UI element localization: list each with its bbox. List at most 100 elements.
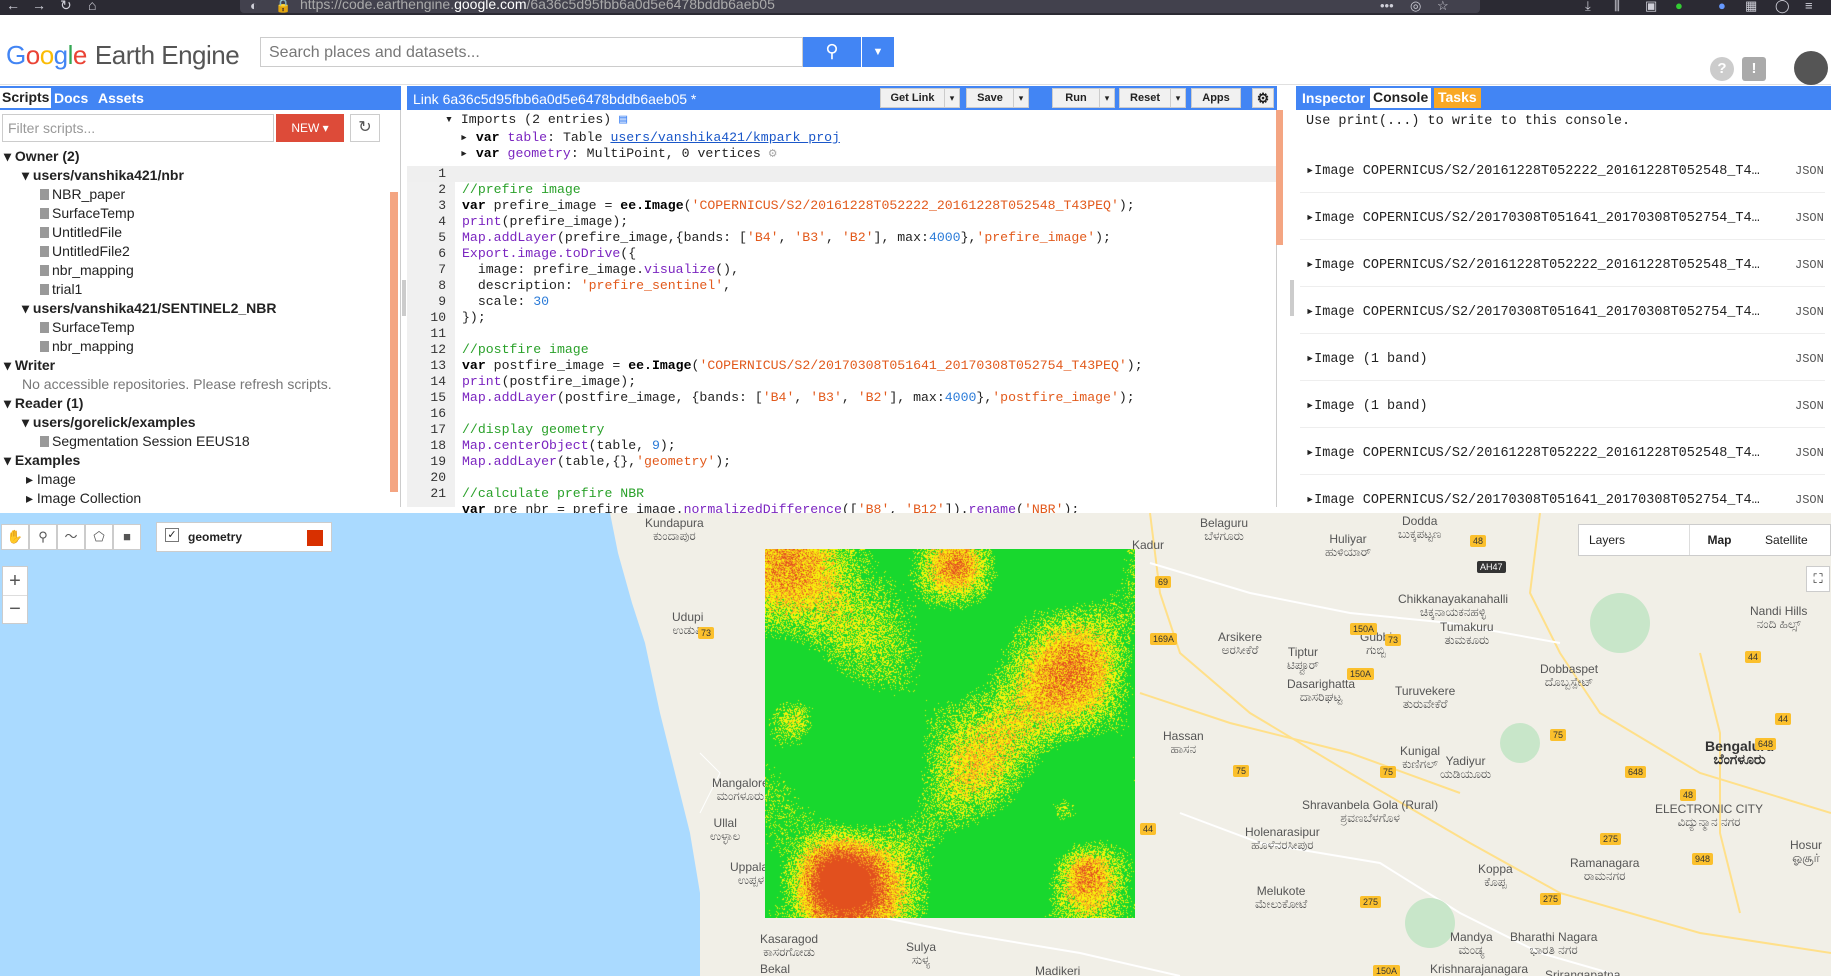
- geometry-settings-icon[interactable]: ⚙: [769, 146, 777, 161]
- filter-scripts-input[interactable]: Filter scripts...: [2, 114, 274, 142]
- console-row[interactable]: ▸Image COPERNICUS/S2/20161228T052222_201…: [1306, 162, 1760, 179]
- tree-reader[interactable]: ▾ Reader (1): [4, 395, 83, 412]
- shield-icon[interactable]: ◐: [250, 0, 258, 13]
- menu-icon[interactable]: ≡: [1805, 0, 1813, 13]
- json-button[interactable]: JSON: [1795, 446, 1824, 460]
- download-icon[interactable]: ⤓: [1585, 0, 1591, 14]
- import-table[interactable]: ▸ var table: Table users/vanshika421/kmp…: [460, 130, 840, 146]
- search-dropdown-button[interactable]: ▼: [862, 37, 894, 67]
- line-tool-icon[interactable]: 〜: [57, 524, 85, 550]
- imports-header[interactable]: ▾ Imports (2 entries) ▤: [445, 112, 627, 128]
- refresh-button[interactable]: ↻: [350, 114, 380, 142]
- get-link-button[interactable]: Get Link: [880, 88, 945, 108]
- zoom-out-button[interactable]: −: [3, 596, 27, 624]
- splitter-handle[interactable]: [1290, 280, 1294, 316]
- tree-file[interactable]: SurfaceTemp: [40, 205, 134, 221]
- run-button[interactable]: Run: [1052, 88, 1100, 108]
- bookmark-star-icon[interactable]: ☆: [1437, 0, 1449, 14]
- json-button[interactable]: JSON: [1795, 258, 1824, 272]
- marker-tool-icon[interactable]: ⚲: [29, 524, 57, 550]
- google-earth-engine-logo[interactable]: Google Earth Engine: [6, 40, 240, 71]
- hand-tool-icon[interactable]: ✋: [1, 524, 29, 550]
- tree-writer[interactable]: ▾ Writer: [4, 357, 55, 374]
- tab-scripts[interactable]: Scripts: [0, 88, 52, 108]
- tree-repo[interactable]: ▾ users/gorelick/examples: [22, 414, 196, 431]
- tree-file[interactable]: nbr_mapping: [40, 262, 134, 278]
- polygon-tool-icon[interactable]: ⬠: [85, 524, 113, 550]
- back-icon[interactable]: ←: [6, 0, 20, 13]
- tab-tasks[interactable]: Tasks: [1434, 88, 1481, 108]
- search-input[interactable]: Search places and datasets...: [260, 37, 803, 67]
- reset-button[interactable]: Reset: [1119, 88, 1171, 108]
- tab-inspector[interactable]: Inspector: [1302, 90, 1365, 106]
- calendar-icon[interactable]: ▦: [1745, 0, 1757, 14]
- console-row[interactable]: ▸Image (1 band): [1306, 350, 1428, 367]
- apps-button[interactable]: Apps: [1191, 88, 1241, 108]
- tab-assets[interactable]: Assets: [98, 90, 144, 106]
- tree-file[interactable]: NBR_paper: [40, 186, 125, 202]
- settings-button[interactable]: ⚙: [1252, 88, 1274, 108]
- map-view[interactable]: Kundapura ಕುಂದಾಪುರ Udupi ಉಡುಪಿ Mangalore ಮಂಗಳ…: [0, 513, 1831, 976]
- geometry-layer-toggle[interactable]: ✓ geometry: [156, 522, 332, 552]
- tree-file[interactable]: trial1: [40, 281, 82, 297]
- tree-file[interactable]: UntitledFile: [40, 224, 122, 240]
- save-dropdown[interactable]: ▾: [1013, 88, 1029, 108]
- tree-repo[interactable]: ▾ users/vanshika421/nbr: [22, 167, 184, 184]
- editor-scrollbar[interactable]: [1276, 110, 1283, 245]
- new-button[interactable]: NEW ▾: [276, 114, 344, 142]
- avatar[interactable]: [1794, 51, 1828, 85]
- help-icon[interactable]: ?: [1710, 57, 1734, 81]
- tree-repo[interactable]: ▾ users/vanshika421/SENTINEL2_NBR: [22, 300, 276, 317]
- more-icon[interactable]: •••: [1380, 0, 1394, 13]
- tree-folder[interactable]: ▸ Image Collection: [26, 490, 141, 507]
- console-row[interactable]: ▸Image COPERNICUS/S2/20170308T051641_201…: [1306, 209, 1760, 226]
- tree-owner[interactable]: ▾ Owner (2): [4, 148, 80, 165]
- feedback-icon[interactable]: !: [1742, 57, 1766, 81]
- tree-file[interactable]: SurfaceTemp: [40, 319, 134, 335]
- get-link-dropdown[interactable]: ▾: [944, 88, 960, 108]
- json-button[interactable]: JSON: [1795, 399, 1824, 413]
- tree-file[interactable]: nbr_mapping: [40, 338, 134, 354]
- reset-dropdown[interactable]: ▾: [1170, 88, 1186, 108]
- console-row[interactable]: ▸Image COPERNICUS/S2/20170308T051641_201…: [1306, 303, 1760, 320]
- scrollbar[interactable]: [390, 192, 398, 492]
- home-icon[interactable]: ⌂: [88, 0, 96, 13]
- console-row[interactable]: ▸Image COPERNICUS/S2/20170308T051641_201…: [1306, 491, 1760, 508]
- tab-console[interactable]: Console: [1370, 88, 1432, 108]
- save-button[interactable]: Save: [966, 88, 1014, 108]
- extension-icon[interactable]: ●: [1718, 0, 1726, 13]
- splitter-handle[interactable]: [402, 280, 406, 316]
- pocket-icon[interactable]: ◎: [1410, 0, 1421, 14]
- fullscreen-icon[interactable]: ⛶: [1806, 566, 1830, 592]
- library-icon[interactable]: ⫼: [1614, 0, 1620, 14]
- tree-examples[interactable]: ▾ Examples: [4, 452, 80, 469]
- run-dropdown[interactable]: ▾: [1099, 88, 1115, 108]
- tree-file[interactable]: Segmentation Session EEUS18: [40, 433, 250, 449]
- layer-color-swatch[interactable]: [307, 530, 323, 546]
- tree-file[interactable]: UntitledFile2: [40, 243, 130, 259]
- sidebar-icon[interactable]: ▣: [1645, 0, 1657, 14]
- search-button[interactable]: ⚲: [803, 37, 861, 67]
- url-text[interactable]: https://code.earthengine.google.com/6a36…: [300, 0, 775, 12]
- console-row[interactable]: ▸Image COPERNICUS/S2/20161228T052222_201…: [1306, 444, 1760, 461]
- satellite-button[interactable]: Satellite: [1765, 533, 1808, 547]
- json-button[interactable]: JSON: [1795, 164, 1824, 178]
- console-row[interactable]: ▸Image COPERNICUS/S2/20161228T052222_201…: [1306, 256, 1760, 273]
- account-icon[interactable]: ◯: [1775, 0, 1790, 14]
- forward-icon[interactable]: →: [32, 0, 46, 13]
- import-link[interactable]: users/vanshika421/kmpark_proj: [610, 130, 840, 145]
- grammarly-icon[interactable]: ●: [1675, 0, 1683, 13]
- map-button[interactable]: Map: [1689, 525, 1749, 555]
- tab-docs[interactable]: Docs: [54, 90, 88, 106]
- checkbox-icon[interactable]: ✓: [165, 528, 179, 542]
- import-geometry[interactable]: ▸ var geometry: MultiPoint, 0 vertices ⚙: [460, 146, 777, 162]
- code-block[interactable]: //prefire image var prefire_image = ee.I…: [462, 166, 1143, 518]
- zoom-in-button[interactable]: +: [3, 567, 27, 596]
- json-button[interactable]: JSON: [1795, 305, 1824, 319]
- rectangle-tool-icon[interactable]: ■: [113, 524, 141, 550]
- json-button[interactable]: JSON: [1795, 493, 1824, 507]
- imports-icon[interactable]: ▤: [619, 112, 627, 127]
- layers-button[interactable]: Layers: [1589, 533, 1625, 547]
- reload-icon[interactable]: ↻: [60, 0, 72, 14]
- console-row[interactable]: ▸Image (1 band): [1306, 397, 1428, 414]
